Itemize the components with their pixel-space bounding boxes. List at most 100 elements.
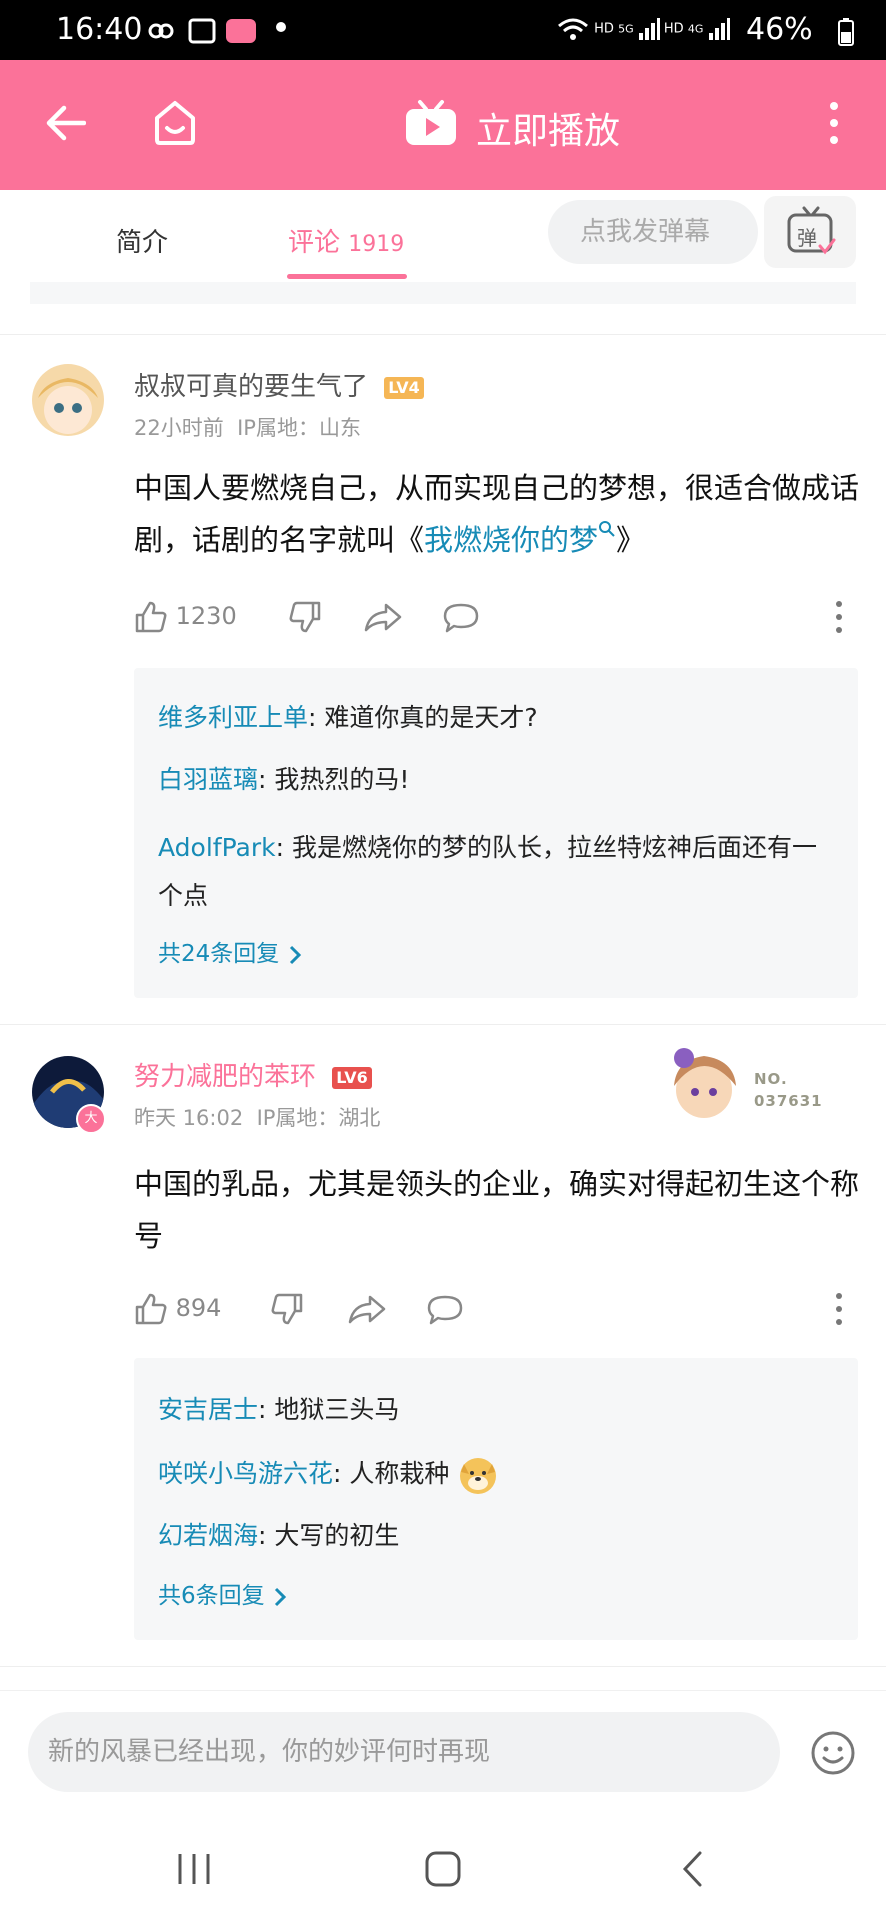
fan-number-label: NO. [754, 1070, 788, 1088]
reply-item[interactable]: 维多利亚上单: 难道你真的是天才? [158, 698, 818, 738]
reply-author[interactable]: 白羽蓝璃 [158, 765, 258, 794]
comment-author[interactable]: 努力减肥的苯环 LV6 [134, 1056, 372, 1093]
comment-content[interactable]: 中国人要燃烧自己，从而实现自己的梦想，很适合做成话剧，话剧的名字就叫《我燃烧你的… [134, 462, 874, 566]
status-bar: 16:40 HD 5G HD 4G 46% [0, 0, 886, 60]
comment-time: 22小时前 [134, 416, 224, 440]
nav-recent-icon[interactable] [176, 1852, 212, 1886]
anime-girl-decoration-icon [674, 1048, 736, 1118]
reply-item[interactable]: AdolfPark: 我是燃烧你的梦的队长，拉丝特炫神后面还有一个点 [158, 824, 818, 920]
nav-home-icon[interactable] [424, 1850, 462, 1888]
reply-item[interactable]: 咲咲小鸟游六花: 人称栽种 [158, 1454, 818, 1496]
tab-bar: 简介 评论 1919 点我发弹幕 弹 [0, 190, 886, 283]
reply-text: : 我热烈的马! [258, 765, 410, 794]
reply-author[interactable]: 幻若烟海 [158, 1521, 258, 1550]
hd-label-1: HD [594, 21, 614, 37]
comment-meta: 昨天 16:02 IP属地：湖北 [134, 1102, 380, 1132]
level-badge: LV4 [384, 376, 424, 399]
tab-comments-count: 1919 [348, 232, 405, 257]
like-button[interactable]: 1230 [134, 601, 237, 633]
notification-dot [276, 22, 286, 32]
share-icon[interactable] [348, 1294, 386, 1324]
wifi-icon [558, 18, 588, 40]
comment-divider [0, 334, 886, 335]
search-keyword-link[interactable]: 我燃烧你的梦 [424, 521, 616, 557]
player-header: 立即播放 [0, 60, 886, 190]
thumb-up-icon [135, 1293, 167, 1325]
comment-author[interactable]: 叔叔可真的要生气了 LV4 [134, 366, 424, 403]
app-notification-icons [146, 16, 266, 50]
reply-author[interactable]: AdolfPark [158, 833, 276, 862]
signal-icon [638, 18, 660, 40]
reply-text: : 人称栽种 [333, 1459, 450, 1488]
comment-actions: 894 [134, 1292, 221, 1326]
reply-item[interactable]: 安吉居士: 地狱三头马 [158, 1390, 818, 1430]
thumb-down-icon[interactable] [288, 600, 322, 634]
danmaku-toggle-button[interactable]: 弹 [764, 196, 856, 268]
reply-bubble-icon[interactable] [426, 1294, 464, 1326]
comment-actions: 1230 [134, 600, 237, 634]
comment-divider [0, 1024, 886, 1025]
user-avatar-image [32, 364, 104, 436]
thumb-up-icon [135, 601, 167, 633]
level-badge: LV6 [332, 1066, 372, 1089]
tab-comments[interactable]: 评论 1919 [288, 222, 404, 259]
danmaku-toggle-label: 弹 [797, 226, 817, 250]
reply-author[interactable]: 维多利亚上单 [158, 703, 308, 732]
reply-author[interactable]: 咲咲小鸟游六花 [158, 1459, 333, 1488]
avatar[interactable] [32, 364, 104, 436]
notification-icon [148, 18, 256, 44]
comment-time: 昨天 16:02 [134, 1106, 244, 1130]
reply-item[interactable]: 幻若烟海: 大写的初生 [158, 1516, 818, 1556]
bottom-bar-divider [0, 1690, 886, 1691]
reply-bubble-icon[interactable] [442, 602, 480, 634]
network-indicators: HD 5G HD 4G [556, 14, 730, 44]
chevron-right-icon [274, 1587, 287, 1606]
tv-play-icon[interactable] [404, 98, 458, 148]
signal-label-2: 4G [687, 22, 704, 36]
status-time: 16:40 [56, 12, 143, 47]
share-icon[interactable] [364, 602, 402, 632]
signal-label-1: 5G [618, 22, 634, 36]
search-keyword-text: 我燃烧你的梦 [424, 523, 599, 557]
fan-badge-decoration: NO. 037631 [664, 1040, 822, 1128]
comment-ip-location: IP属地：山东 [237, 416, 361, 440]
chevron-right-icon [289, 945, 301, 964]
danmaku-input[interactable]: 点我发弹幕 [548, 200, 758, 264]
more-vertical-icon[interactable] [828, 100, 840, 146]
back-arrow-icon[interactable] [44, 102, 86, 144]
comment-more-icon[interactable] [834, 600, 844, 634]
signal-icon-2 [708, 18, 730, 40]
tab-active-indicator [287, 274, 407, 279]
reply-text: : 大写的初生 [258, 1521, 400, 1550]
view-more-replies[interactable]: 共6条回复 [158, 1576, 288, 1610]
comment-more-icon[interactable] [834, 1292, 844, 1326]
reply-text: : 难道你真的是天才? [308, 703, 538, 732]
comment-input[interactable]: 新的风暴已经出现，你的妙评何时再现 [28, 1712, 780, 1792]
comment-ip-location: IP属地：湖北 [256, 1106, 381, 1130]
comment-author-name: 叔叔可真的要生气了 [134, 372, 369, 402]
previous-reply-box-tail [30, 282, 856, 304]
comment-text-end: 》 [616, 523, 646, 557]
thumb-down-icon[interactable] [270, 1292, 304, 1326]
comment-divider [0, 1666, 886, 1667]
nav-back-icon[interactable] [680, 1850, 704, 1888]
system-nav-bar [0, 1800, 886, 1920]
reply-author[interactable]: 安吉居士 [158, 1395, 258, 1424]
battery-icon [838, 18, 854, 46]
tab-comments-label: 评论 [288, 228, 341, 258]
doge-emoji-icon [460, 1458, 497, 1494]
tab-intro[interactable]: 简介 [116, 222, 168, 259]
comment-meta: 22小时前 IP属地：山东 [134, 412, 361, 442]
view-more-replies[interactable]: 共24条回复 [158, 934, 303, 968]
comment-content[interactable]: 中国的乳品，尤其是领头的企业，确实对得起初生这个称号 [134, 1158, 874, 1262]
comment-author-name: 努力减肥的苯环 [134, 1062, 317, 1092]
home-icon[interactable] [152, 98, 198, 146]
reply-item[interactable]: 白羽蓝璃: 我热烈的马! [158, 760, 818, 800]
emoji-icon[interactable] [810, 1730, 856, 1776]
play-now-title[interactable]: 立即播放 [476, 102, 620, 154]
more-replies-label: 共24条回复 [158, 941, 280, 967]
like-button[interactable]: 894 [134, 1293, 221, 1325]
fan-number: 037631 [754, 1092, 823, 1110]
like-count: 1230 [175, 602, 237, 630]
search-icon [599, 521, 615, 537]
